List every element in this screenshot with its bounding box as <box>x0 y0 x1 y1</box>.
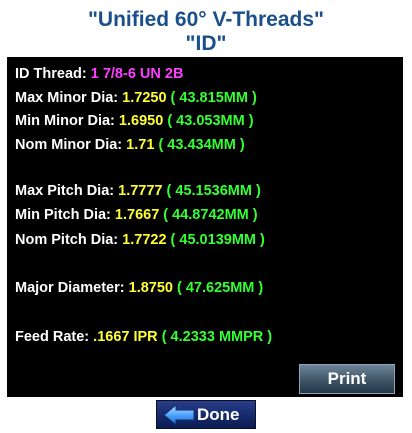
min-pitch-dia-row: Min Pitch Dia: 1.7667 ( 44.8742MM ) <box>15 206 258 224</box>
nom-pitch-dia-row: Nom Pitch Dia: 1.7722 ( 45.0139MM ) <box>15 231 265 249</box>
major-diameter-mm: ( 47.625MM ) <box>177 280 264 296</box>
thread-details-panel: ID Thread: 1 7/8-6 UN 2B Max Minor Dia: … <box>7 57 403 397</box>
nom-pitch-dia-label: Nom Pitch Dia: <box>15 232 119 248</box>
major-diameter-row: Major Diameter: 1.8750 ( 47.625MM ) <box>15 279 263 297</box>
nom-minor-dia-row: Nom Minor Dia: 1.71 ( 43.434MM ) <box>15 136 245 154</box>
min-minor-dia-label: Min Minor Dia: <box>15 113 115 129</box>
feed-rate-row: Feed Rate: .1667 IPR ( 4.2333 MMPR ) <box>15 328 272 346</box>
max-pitch-dia-label: Max Pitch Dia: <box>15 183 115 199</box>
max-minor-dia-row: Max Minor Dia: 1.7250 ( 43.815MM ) <box>15 89 257 107</box>
max-minor-dia-mm: ( 43.815MM ) <box>170 90 257 106</box>
done-button[interactable]: Done <box>156 400 256 429</box>
nom-minor-dia-mm: ( 43.434MM ) <box>158 137 245 153</box>
min-minor-dia-value: 1.6950 <box>118 113 164 129</box>
id-thread-label: ID Thread: <box>15 66 87 82</box>
nom-pitch-dia-value: 1.7722 <box>122 232 167 248</box>
feed-rate-mm: ( 4.2333 MMPR ) <box>161 329 273 345</box>
page-subtitle: "ID" <box>185 32 227 55</box>
min-pitch-dia-label: Min Pitch Dia: <box>15 207 111 223</box>
feed-rate-label: Feed Rate: <box>15 329 90 345</box>
nom-minor-dia-label: Nom Minor Dia: <box>15 137 123 153</box>
left-arrow-icon <box>163 404 195 426</box>
print-button[interactable]: Print <box>299 364 395 394</box>
feed-rate-value: .1667 IPR <box>93 329 158 345</box>
min-minor-dia-mm: ( 43.053MM ) <box>167 113 254 129</box>
min-pitch-dia-value: 1.7667 <box>114 207 160 223</box>
major-diameter-label: Major Diameter: <box>15 280 125 296</box>
id-thread-value: 1 7/8-6 UN 2B <box>90 66 184 82</box>
max-minor-dia-value: 1.7250 <box>122 90 167 106</box>
max-pitch-dia-mm: ( 45.1536MM ) <box>166 183 261 199</box>
major-diameter-value: 1.8750 <box>128 280 173 296</box>
max-minor-dia-label: Max Minor Dia: <box>15 90 119 106</box>
done-label: Done <box>197 405 240 424</box>
nom-pitch-dia-mm: ( 45.0139MM ) <box>170 232 265 248</box>
id-thread-row: ID Thread: 1 7/8-6 UN 2B <box>15 65 183 83</box>
page-title: "Unified 60° V-Threads" <box>87 8 325 31</box>
max-pitch-dia-row: Max Pitch Dia: 1.7777 ( 45.1536MM ) <box>15 182 261 200</box>
nom-minor-dia-value: 1.71 <box>126 137 155 153</box>
min-pitch-dia-mm: ( 44.8742MM ) <box>163 207 258 223</box>
max-pitch-dia-value: 1.7777 <box>118 183 163 199</box>
min-minor-dia-row: Min Minor Dia: 1.6950 ( 43.053MM ) <box>15 112 254 130</box>
